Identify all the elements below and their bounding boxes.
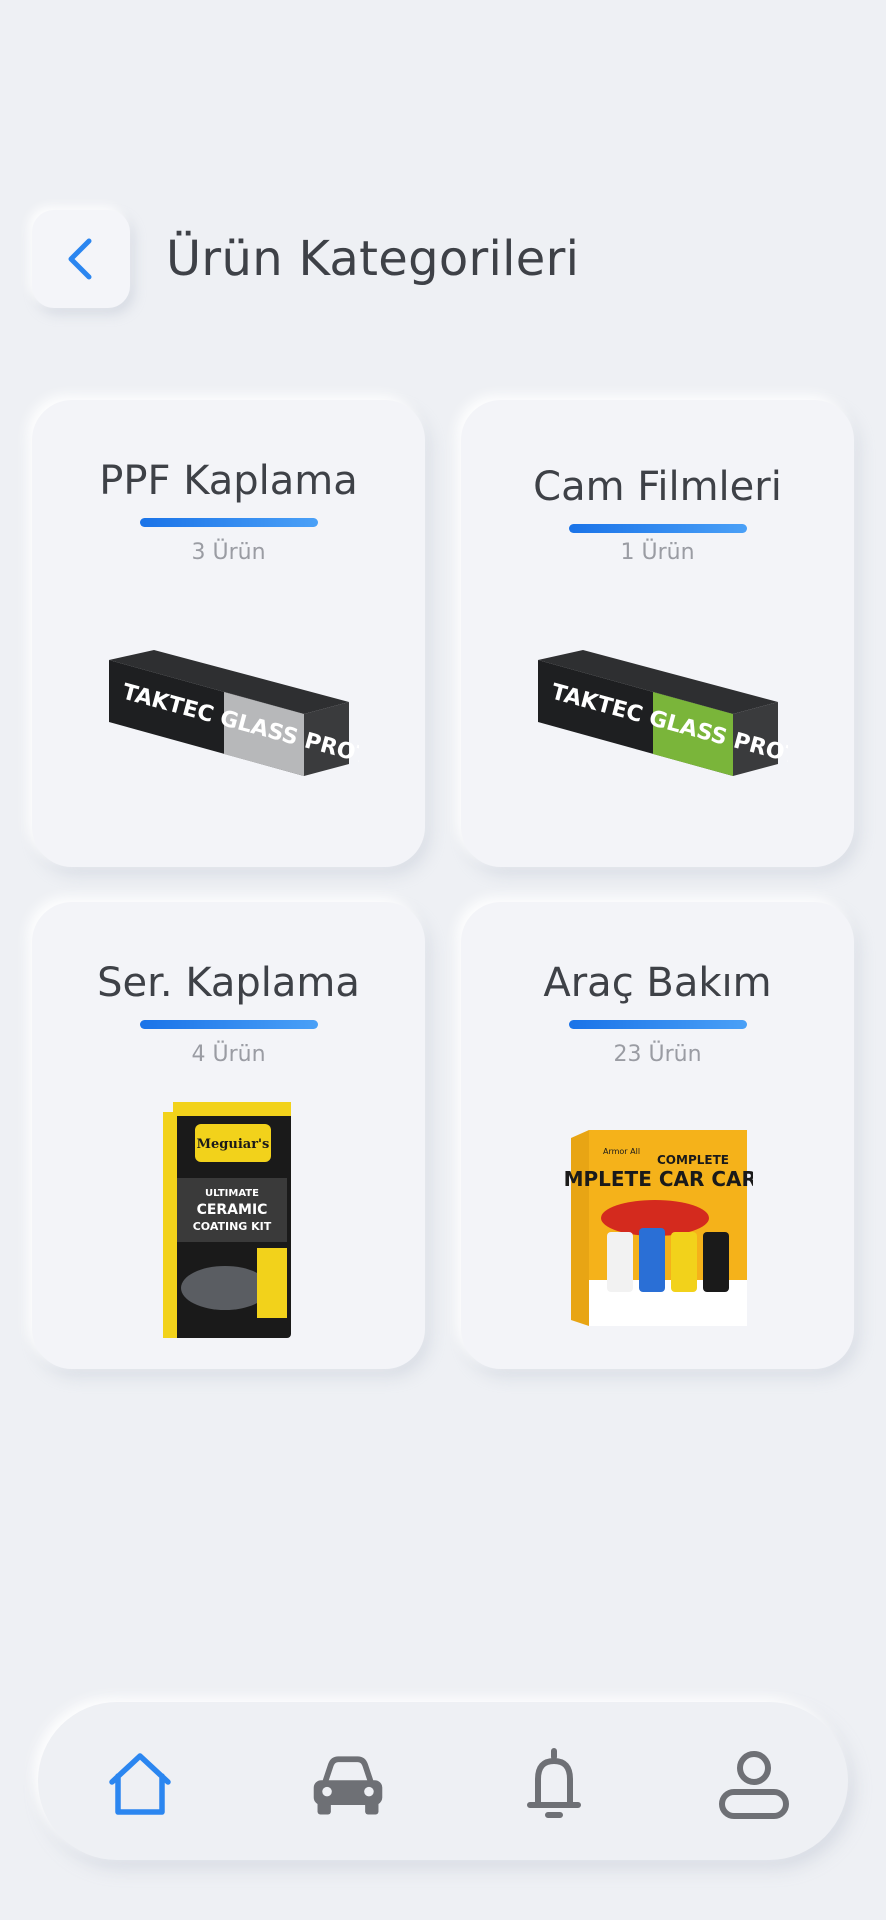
svg-text:COATING KIT: COATING KIT (192, 1220, 271, 1233)
bottom-nav (38, 1702, 848, 1860)
cam-film-product-image: TAKTEC GLASS PROTECTOR (537, 650, 788, 780)
nav-profile[interactable] (714, 1744, 794, 1824)
category-grid: PPF Kaplama 3 Ürün TAKTEC GLASS PROTECTO… (32, 400, 854, 1369)
brand-label: Armor All (603, 1147, 640, 1156)
svg-text:CERAMIC: CERAMIC (196, 1202, 267, 1218)
nav-car[interactable] (308, 1744, 388, 1824)
category-card-ser-kaplama[interactable]: Ser. Kaplama 4 Ürün Meguiar's ULTIMATE C… (32, 902, 425, 1369)
category-underline (139, 518, 318, 527)
car-icon (313, 1756, 383, 1815)
category-card-ppf-kaplama[interactable]: PPF Kaplama 3 Ürün TAKTEC GLASS PROTECTO… (32, 400, 425, 867)
home-icon (109, 1753, 171, 1815)
nav-notifications[interactable] (514, 1744, 594, 1824)
page-title: Ürün Kategorileri (166, 231, 580, 287)
svg-text:ULTIMATE: ULTIMATE (205, 1188, 259, 1199)
product-label: COMPLETE CAR CARE KIT (563, 1167, 753, 1191)
category-underline (568, 524, 747, 533)
category-underline (568, 1020, 747, 1029)
car-care-kit-product-image: COMPLETE COMPLETE CAR CARE KIT Armor All (563, 1130, 753, 1326)
category-count: 1 Ürün (620, 540, 695, 565)
user-icon (719, 1751, 789, 1819)
ceramic-kit-product-image: Meguiar's ULTIMATE CERAMIC COATING KIT (162, 1102, 291, 1338)
page: Ürün Kategorileri PPF Kaplama 3 Ürün TAK… (0, 0, 886, 1920)
nav-home[interactable] (100, 1744, 180, 1824)
category-title: Araç Bakım (543, 960, 772, 1006)
svg-text:COMPLETE: COMPLETE (657, 1153, 729, 1167)
back-button[interactable] (32, 210, 130, 308)
category-card-arac-bakim[interactable]: Araç Bakım 23 Ürün COMPLETE COMPLETE CAR… (461, 902, 854, 1369)
category-title: Ser. Kaplama (97, 960, 360, 1006)
ppf-product-image: TAKTEC GLASS PROTECTOR (108, 650, 359, 780)
category-count: 3 Ürün (191, 540, 266, 565)
category-count: 4 Ürün (191, 1042, 266, 1067)
category-count: 23 Ürün (613, 1042, 702, 1067)
header: Ürün Kategorileri (32, 210, 579, 308)
category-card-cam-filmleri[interactable]: Cam Filmleri 1 Ürün TAKTEC GLASS PROTECT… (461, 400, 854, 867)
brand-label: Meguiar's (196, 1137, 269, 1152)
bell-icon (527, 1748, 581, 1818)
category-title: Cam Filmleri (533, 464, 782, 510)
chevron-left-icon (68, 238, 92, 280)
category-title: PPF Kaplama (99, 458, 358, 504)
category-underline (139, 1020, 318, 1029)
